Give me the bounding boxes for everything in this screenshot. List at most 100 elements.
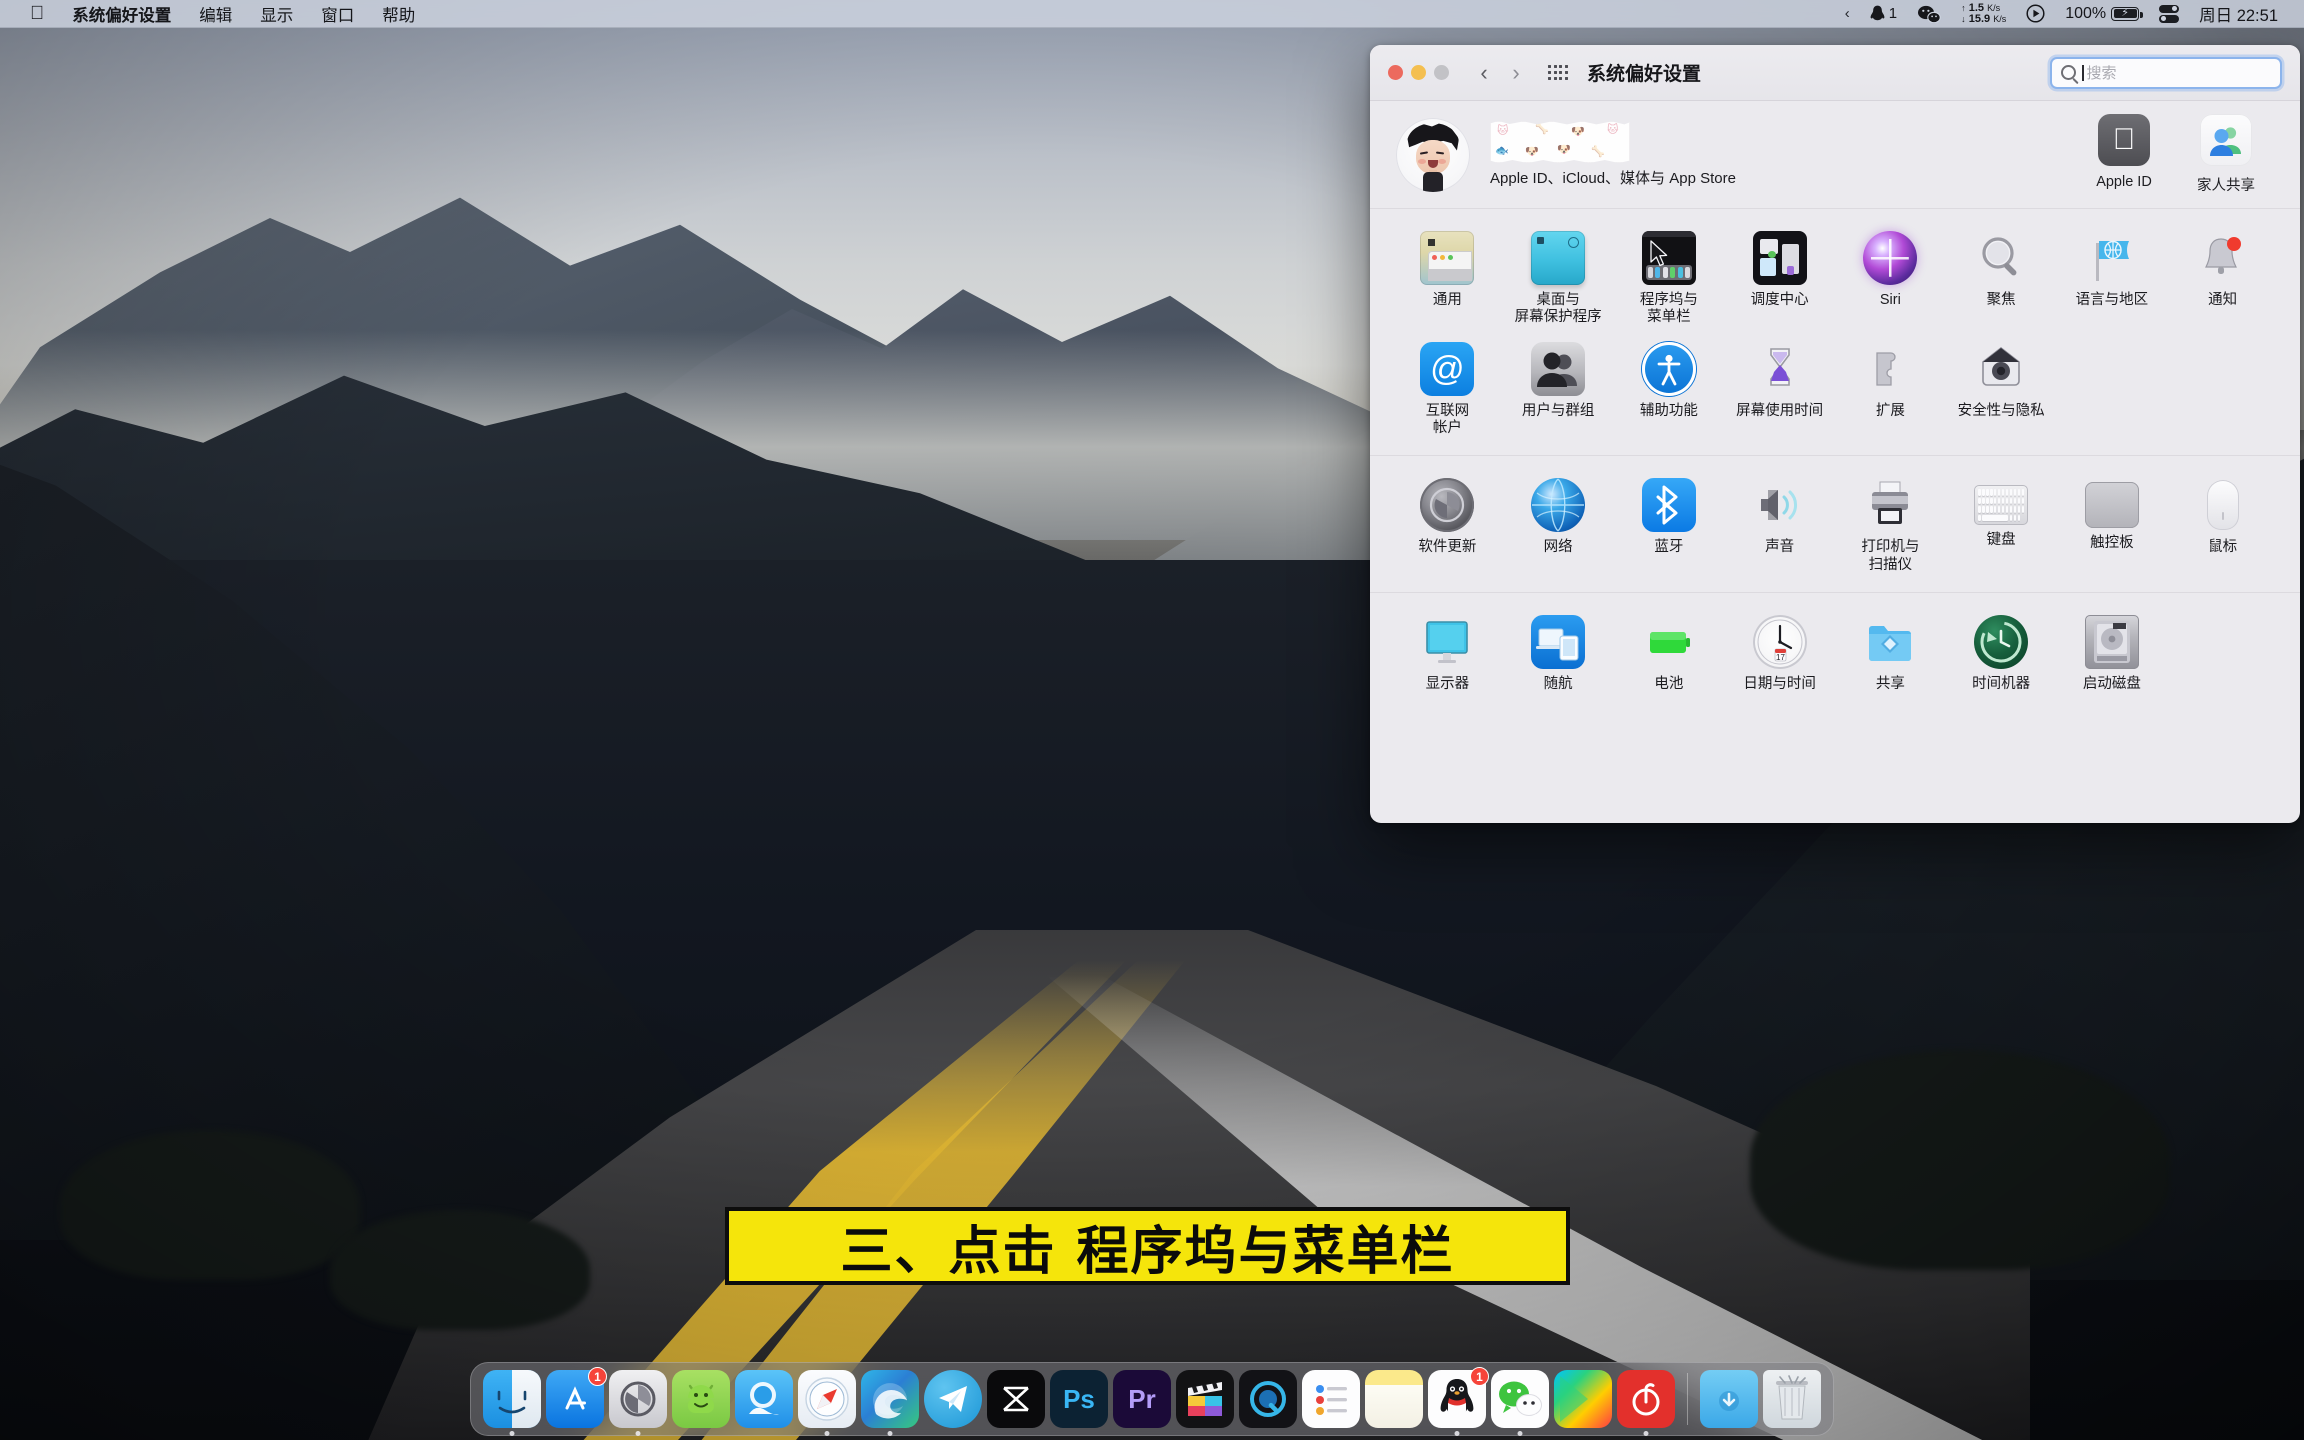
control-center-toggle-bottom — [2159, 14, 2180, 23]
pref-item-siri[interactable]: Siri — [1835, 225, 1946, 334]
dock-item-app-store[interactable]: 1 — [546, 1367, 607, 1428]
dock-item-reminders[interactable] — [1302, 1370, 1360, 1428]
menu-bar-qq-status[interactable]: 1 — [1860, 5, 1907, 23]
dock-item-qq[interactable]: 1 — [1428, 1367, 1489, 1436]
apple-id-account-row[interactable]: 🐱 🦴 🐶 🐱 🐟 🐶 🐶 🦴 Apple ID、iCloud、媒体与 App … — [1370, 101, 2300, 209]
dock-item-android[interactable] — [672, 1370, 730, 1428]
search-text-caret — [2082, 64, 2084, 81]
dock-item-photoshop[interactable]: Ps — [1050, 1370, 1108, 1428]
dock-item-trash[interactable] — [1763, 1370, 1821, 1428]
doodle-dog-icon: 🐶 — [1557, 144, 1571, 156]
dock-item-telegram[interactable] — [924, 1370, 982, 1428]
pref-label: 程序坞与 菜单栏 — [1639, 292, 1698, 326]
dock: 1 Ps Pr 1 — [470, 1362, 1834, 1436]
pref-item-mission-control[interactable]: 调度中心 — [1724, 225, 1835, 334]
pref-item-time-machine[interactable]: 时间机器 — [1946, 609, 2057, 701]
menu-bar-wechat-status[interactable] — [1907, 5, 1951, 23]
dock-item-google-play[interactable] — [1554, 1370, 1612, 1428]
pref-item-spotlight[interactable]: 聚焦 — [1946, 225, 2057, 334]
dock-item-qq-browser[interactable] — [735, 1370, 793, 1428]
pref-label: 用户与群组 — [1521, 403, 1595, 420]
arrow-up-icon: ↑ — [1961, 2, 1966, 13]
pref-item-date-time[interactable]: 17 日期与时间 — [1724, 609, 1835, 701]
menu-bar-clock[interactable]: 周日 22:51 — [2189, 2, 2288, 26]
pref-item-network[interactable]: 网络 — [1503, 472, 1614, 581]
pref-item-startup-disk[interactable]: 启动磁盘 — [2057, 609, 2168, 701]
pref-item-mouse[interactable]: 鼠标 — [2167, 472, 2278, 581]
pref-label: 键盘 — [1986, 532, 2016, 549]
pref-item-users-groups[interactable]: 用户与群组 — [1503, 336, 1614, 445]
show-all-grid-icon[interactable] — [1545, 60, 1571, 86]
pref-label: 启动磁盘 — [2082, 675, 2141, 692]
pref-item-battery[interactable]: 电池 — [1614, 609, 1725, 701]
back-button[interactable]: ‹ — [1471, 60, 1497, 86]
pref-grid-hardware: 软件更新 网络 蓝牙 声音 打印机与 扫描仪 键盘 触控板 鼠标 — [1392, 472, 2278, 581]
pref-label: 随航 — [1543, 675, 1573, 692]
memoji-face — [1416, 139, 1450, 174]
dock-item-notes[interactable] — [1365, 1370, 1423, 1428]
menu-item-window[interactable]: 窗口 — [307, 2, 368, 26]
mission-control-icon — [1752, 231, 1807, 285]
dock-item-system-preferences[interactable] — [609, 1370, 667, 1436]
pref-item-trackpad[interactable]: 触控板 — [2057, 472, 2168, 581]
edge-icon — [861, 1370, 919, 1428]
dock-item-premiere[interactable]: Pr — [1113, 1370, 1171, 1428]
control-center-icon — [2159, 4, 2180, 23]
system-preferences-icon — [609, 1370, 667, 1428]
pref-item-general[interactable]: 通用 — [1392, 225, 1503, 334]
pref-item-desktop-screensaver[interactable]: 桌面与 屏幕保护程序 — [1503, 225, 1614, 334]
search-field[interactable]: 搜索 — [2050, 56, 2282, 89]
finder-icon — [483, 1370, 541, 1428]
menu-bar-control-center[interactable] — [2149, 4, 2189, 23]
dock-item-safari[interactable] — [798, 1370, 856, 1436]
close-button[interactable] — [1388, 65, 1403, 80]
dock-item-netease-music[interactable] — [1617, 1370, 1675, 1436]
menu-item-system-preferences[interactable]: 系统偏好设置 — [58, 2, 185, 26]
menu-item-help[interactable]: 帮助 — [368, 2, 429, 26]
menu-bar-network-speed[interactable]: ↑ 1.5 K/s ↓ 15.9 K/s — [1951, 2, 2016, 25]
minimize-button[interactable] — [1411, 65, 1426, 80]
dock-item-edge[interactable] — [861, 1370, 919, 1436]
doodle-bone-icon: 🦴 — [1535, 123, 1549, 135]
pref-item-apple-id[interactable]:  Apple ID — [2088, 114, 2160, 190]
menu-item-edit[interactable]: 编辑 — [185, 2, 246, 26]
pref-item-sound[interactable]: 声音 — [1724, 472, 1835, 581]
pref-item-software-update[interactable]: 软件更新 — [1392, 472, 1503, 581]
pref-item-printers-scanners[interactable]: 打印机与 扫描仪 — [1835, 472, 1946, 581]
forward-button[interactable]: › — [1503, 60, 1529, 86]
dock-item-final-cut-pro[interactable] — [1176, 1370, 1234, 1428]
dock-item-wechat[interactable] — [1491, 1370, 1549, 1436]
menu-item-view[interactable]: 显示 — [246, 2, 307, 26]
pref-item-notifications[interactable]: 通知 — [2167, 225, 2278, 334]
zoom-button[interactable] — [1434, 65, 1449, 80]
pref-item-sidecar[interactable]: 随航 — [1503, 609, 1614, 701]
dock-badge-count: 1 — [588, 1367, 607, 1386]
dock-item-quicktime[interactable] — [1239, 1370, 1297, 1428]
dock-badge-count: 1 — [1470, 1367, 1489, 1386]
pref-label: 调度中心 — [1750, 292, 1809, 308]
pref-item-family-sharing[interactable]: 家人共享 — [2190, 114, 2262, 195]
dock-item-finder[interactable] — [483, 1370, 541, 1436]
avatar[interactable] — [1396, 117, 1470, 192]
pref-item-language-region[interactable]: 语言与地区 — [2057, 225, 2168, 334]
pref-item-keyboard[interactable]: 键盘 — [1946, 472, 2057, 581]
safari-icon — [798, 1370, 856, 1428]
dock-item-downloads-folder[interactable] — [1700, 1370, 1758, 1428]
menu-bar-status-area: ‹ 1 ↑ 1.5 K/s ↓ 15.9 K/s 100% ⚡ 周日 22:51 — [1835, 2, 2304, 26]
pref-item-security-privacy[interactable]: 安全性与隐私 — [1946, 336, 2057, 445]
doodle-dog-icon: 🐶 — [1571, 126, 1585, 138]
pref-item-screen-time[interactable]: 屏幕使用时间 — [1724, 336, 1835, 445]
battery-icon — [1642, 615, 1696, 669]
menu-bar-collapse-icon[interactable]: ‹ — [1835, 5, 1860, 22]
sound-icon — [1753, 478, 1807, 532]
dock-item-capcut[interactable] — [987, 1370, 1045, 1428]
pref-item-displays[interactable]: 显示器 — [1392, 609, 1503, 701]
apple-menu-icon[interactable]:  — [16, 4, 58, 23]
pref-item-accessibility[interactable]: 辅助功能 — [1614, 336, 1725, 445]
pref-item-bluetooth[interactable]: 蓝牙 — [1614, 472, 1725, 581]
pref-item-internet-accounts[interactable]: @ 互联网 帐户 — [1392, 336, 1503, 445]
menu-bar-battery[interactable]: 100% ⚡ — [2055, 5, 2149, 23]
menu-bar-play-status[interactable] — [2016, 4, 2055, 23]
pref-item-sharing[interactable]: 共享 — [1835, 609, 1946, 701]
pref-item-extensions[interactable]: 扩展 — [1835, 336, 1946, 445]
